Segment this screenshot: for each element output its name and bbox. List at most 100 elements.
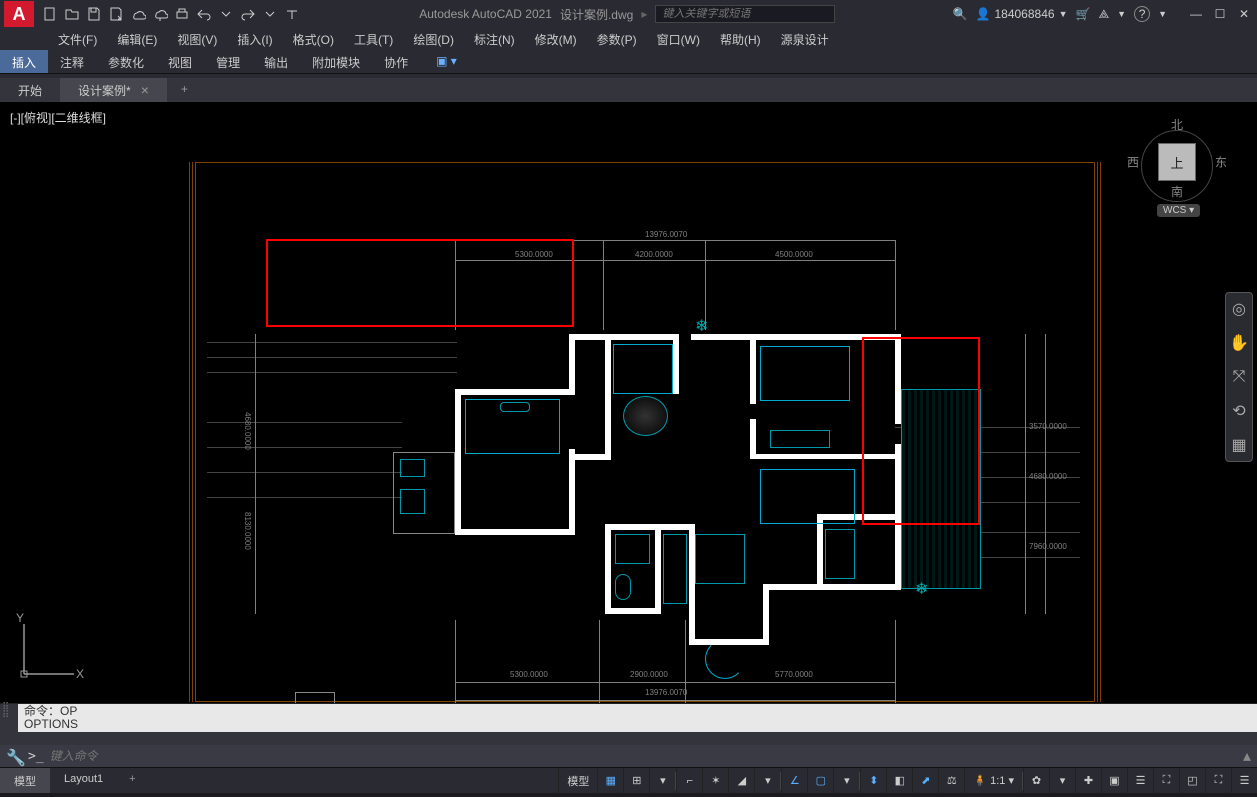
doc-tab-start[interactable]: 开始 [0, 78, 60, 102]
save-icon[interactable] [84, 4, 104, 24]
pan-icon[interactable]: ✋ [1229, 333, 1249, 353]
qat-more-icon[interactable] [282, 4, 302, 24]
ribbon-tab-addins[interactable]: 附加模块 [300, 50, 372, 73]
ribbon-tab-output[interactable]: 输出 [252, 50, 300, 73]
ribbon-tab-view[interactable]: 视图 [156, 50, 204, 73]
chevron-down-icon[interactable]: ▼ [1117, 9, 1126, 19]
command-chevron-icon[interactable]: ▴ [1243, 746, 1251, 766]
open-icon[interactable] [62, 4, 82, 24]
add-layout-button[interactable]: + [117, 768, 147, 793]
annotation-scale-icon[interactable]: ⚖ [938, 768, 964, 794]
search-input[interactable] [655, 5, 835, 23]
menu-parametric[interactable]: 参数(P) [587, 28, 647, 50]
app-logo[interactable]: A [4, 1, 34, 27]
chevron-down-icon[interactable] [216, 4, 236, 24]
ribbon-tab-insert[interactable]: 插入 [0, 50, 48, 73]
close-icon[interactable]: × [141, 82, 149, 98]
viewcube-top[interactable]: 上 [1159, 144, 1195, 180]
model-space-button[interactable]: 模型 [558, 768, 597, 794]
status-chevron-icon[interactable]: ▾ [833, 768, 859, 794]
customize-icon[interactable]: 🔧 [6, 748, 22, 764]
user-name-label: 184068846 [994, 7, 1054, 21]
menu-draw[interactable]: 绘图(D) [403, 28, 464, 50]
chevron-down-icon[interactable]: ▼ [1158, 9, 1167, 19]
transparency-icon[interactable]: ◧ [886, 768, 912, 794]
units-icon[interactable]: ▣ [1101, 768, 1127, 794]
layout-tab-layout1[interactable]: Layout1 [50, 768, 117, 793]
layout-tab-model[interactable]: 模型 [0, 768, 50, 793]
quick-properties-icon[interactable]: ☰ [1127, 768, 1153, 794]
menu-help[interactable]: 帮助(H) [710, 28, 771, 50]
viewcube-north[interactable]: 北 [1171, 116, 1183, 133]
menu-window[interactable]: 窗口(W) [647, 28, 710, 50]
cloud-save-icon[interactable] [150, 4, 170, 24]
add-tab-button[interactable]: + [167, 78, 202, 102]
redo-icon[interactable] [238, 4, 258, 24]
viewcube-south[interactable]: 南 [1171, 183, 1183, 200]
status-chevron-icon[interactable]: ▾ [1049, 768, 1075, 794]
customization-icon[interactable]: ☰ [1231, 768, 1257, 794]
search-icon[interactable]: 🔍 [953, 7, 968, 21]
ucs-y-label: Y [16, 611, 24, 625]
ribbon-share-button[interactable]: ▣ ▾ [428, 50, 465, 73]
viewcube[interactable]: 北 南 东 西 上 WCS ▾ [1127, 116, 1227, 216]
ucs-icon[interactable]: X Y [14, 614, 84, 689]
undo-icon[interactable] [194, 4, 214, 24]
menu-edit[interactable]: 编辑(E) [107, 28, 167, 50]
ribbon-tab-manage[interactable]: 管理 [204, 50, 252, 73]
osnap-icon[interactable]: ∠ [781, 768, 807, 794]
selection-cycling-icon[interactable]: ⬈ [912, 768, 938, 794]
otrack-icon[interactable]: ▢ [807, 768, 833, 794]
lineweight-icon[interactable]: ⬍ [860, 768, 886, 794]
menu-dimension[interactable]: 标注(N) [464, 28, 525, 50]
ribbon-tab-annotate[interactable]: 注释 [48, 50, 96, 73]
status-chevron-icon[interactable]: ▾ [754, 768, 780, 794]
maximize-icon[interactable]: ☐ [1211, 5, 1229, 23]
menu-yuanquan[interactable]: 源泉设计 [771, 28, 839, 50]
cart-icon[interactable]: 🛒 [1075, 7, 1090, 21]
viewcube-west[interactable]: 西 [1127, 154, 1139, 171]
chevron-down-icon[interactable] [260, 4, 280, 24]
command-history[interactable]: 命令：OP OPTIONS [18, 704, 1257, 732]
ortho-icon[interactable]: ⌐ [676, 768, 702, 794]
saveas-icon[interactable] [106, 4, 126, 24]
minimize-icon[interactable]: — [1187, 5, 1205, 23]
menu-insert[interactable]: 插入(I) [227, 28, 282, 50]
viewcube-wcs[interactable]: WCS ▾ [1157, 204, 1200, 217]
workspace-icon[interactable]: ✿ [1023, 768, 1049, 794]
zoom-extents-icon[interactable]: ⤧ [1229, 367, 1249, 387]
close-icon[interactable]: ✕ [1235, 5, 1253, 23]
menu-modify[interactable]: 修改(M) [525, 28, 587, 50]
command-grip-icon[interactable]: ⠿⠿ [2, 704, 9, 720]
isodraft-icon[interactable]: ◢ [728, 768, 754, 794]
grid-icon[interactable]: ▦ [597, 768, 623, 794]
cloud-open-icon[interactable] [128, 4, 148, 24]
menu-format[interactable]: 格式(O) [283, 28, 344, 50]
plot-icon[interactable] [172, 4, 192, 24]
menu-file[interactable]: 文件(F) [48, 28, 107, 50]
ribbon-tab-parametric[interactable]: 参数化 [96, 50, 156, 73]
viewcube-east[interactable]: 东 [1215, 154, 1227, 171]
clean-screen-icon[interactable]: ⛶ [1205, 768, 1231, 794]
hardware-accel-icon[interactable]: ⛶ [1153, 768, 1179, 794]
orbit-icon[interactable]: ⟲ [1229, 401, 1249, 421]
isolate-icon[interactable]: ◰ [1179, 768, 1205, 794]
doc-tab-drawing[interactable]: 设计案例* × [60, 78, 167, 102]
user-account[interactable]: 👤 184068846 ▼ [976, 7, 1068, 21]
drawing-area[interactable]: [-][俯视][二维线框] 13976.0070 5300.0000 4200.… [0, 102, 1257, 703]
polar-icon[interactable]: ✶ [702, 768, 728, 794]
help-icon[interactable]: ? [1134, 6, 1150, 22]
status-chevron-icon[interactable]: ▾ [649, 768, 675, 794]
menu-tools[interactable]: 工具(T) [344, 28, 403, 50]
app-switcher-icon[interactable]: ⟁ [1098, 7, 1109, 22]
showmotion-icon[interactable]: ▦ [1229, 435, 1249, 455]
viewport-label[interactable]: [-][俯视][二维线框] [8, 108, 108, 127]
menu-view[interactable]: 视图(V) [167, 28, 227, 50]
command-input[interactable] [50, 749, 1237, 763]
annotation-monitor-icon[interactable]: ✚ [1075, 768, 1101, 794]
ribbon-tab-collaborate[interactable]: 协作 [372, 50, 420, 73]
steering-wheel-icon[interactable]: ◎ [1229, 299, 1249, 319]
scale-button[interactable]: 🧍 1:1 ▾ [964, 768, 1022, 794]
new-icon[interactable] [40, 4, 60, 24]
snap-icon[interactable]: ⊞ [623, 768, 649, 794]
